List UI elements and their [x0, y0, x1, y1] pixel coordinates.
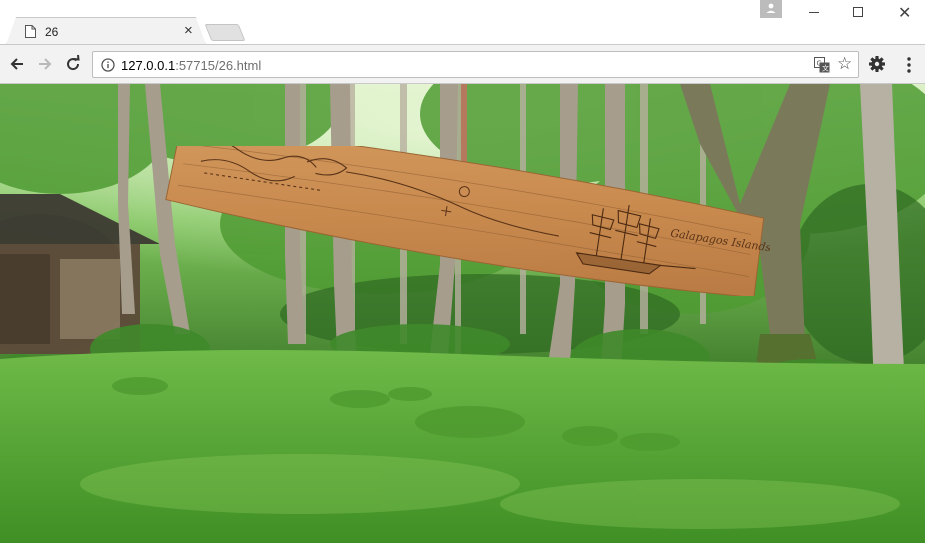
minimize-icon	[809, 12, 819, 13]
profile-button[interactable]	[760, 0, 782, 18]
star-icon[interactable]: ☆	[837, 54, 852, 74]
kebab-menu-icon[interactable]	[907, 57, 911, 73]
page-viewport: Galapagos Islands	[0, 84, 925, 543]
close-tab-icon[interactable]: ×	[184, 23, 193, 39]
back-button[interactable]	[7, 54, 27, 74]
browser-toolbar: 127.0.0.1:57715/26.html G 文 ☆	[0, 44, 925, 84]
url-text[interactable]: 127.0.0.1:57715/26.html	[121, 58, 261, 73]
minimize-button[interactable]	[794, 0, 834, 26]
close-icon: ✕	[898, 5, 912, 22]
forward-button[interactable]	[35, 54, 55, 74]
translate-icon[interactable]: G 文	[814, 57, 830, 73]
url-host: 127.0.0.1	[121, 58, 176, 73]
driftwood-sign: Galapagos Islands	[165, 146, 770, 296]
maximize-icon	[853, 7, 863, 17]
reload-button[interactable]	[63, 54, 83, 74]
title-bar: 26 × ✕	[0, 0, 925, 45]
url-path: :57715/26.html	[175, 58, 262, 73]
info-icon[interactable]	[101, 58, 115, 72]
close-window-button[interactable]: ✕	[885, 0, 925, 26]
maximize-button[interactable]	[838, 0, 878, 26]
svg-text:文: 文	[822, 64, 829, 73]
tab-title: 26	[45, 25, 59, 39]
browser-tab[interactable]: 26 ×	[6, 17, 206, 45]
person-icon	[766, 3, 776, 13]
address-bar[interactable]: 127.0.0.1:57715/26.html G 文 ☆	[92, 51, 859, 78]
gear-icon[interactable]	[868, 55, 886, 73]
new-tab-button[interactable]	[204, 24, 246, 41]
document-icon	[25, 25, 36, 38]
